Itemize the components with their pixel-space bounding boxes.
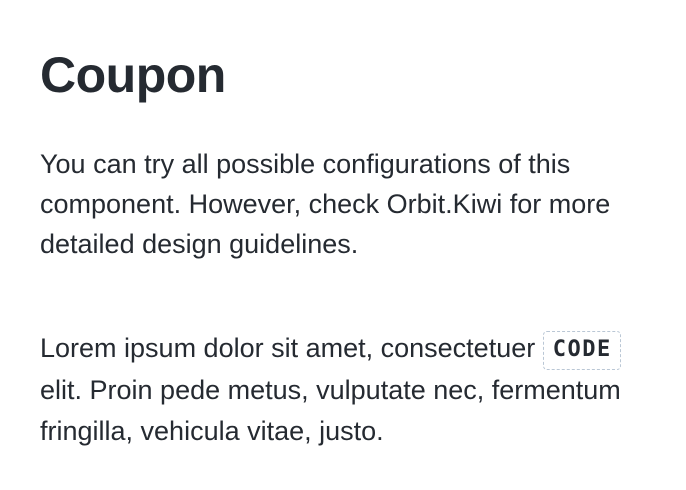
coupon-example-paragraph: Lorem ipsum dolor sit amet, consectetuer…	[40, 328, 660, 452]
page-title: Coupon	[40, 47, 226, 103]
page-description: You can try all possible configurations …	[40, 149, 611, 259]
example-text-before: Lorem ipsum dolor sit amet, consectetuer	[40, 333, 543, 363]
coupon-code[interactable]: CODE	[542, 331, 621, 370]
example-text-after: elit. Proin pede metus, vulputate nec, f…	[40, 375, 621, 446]
